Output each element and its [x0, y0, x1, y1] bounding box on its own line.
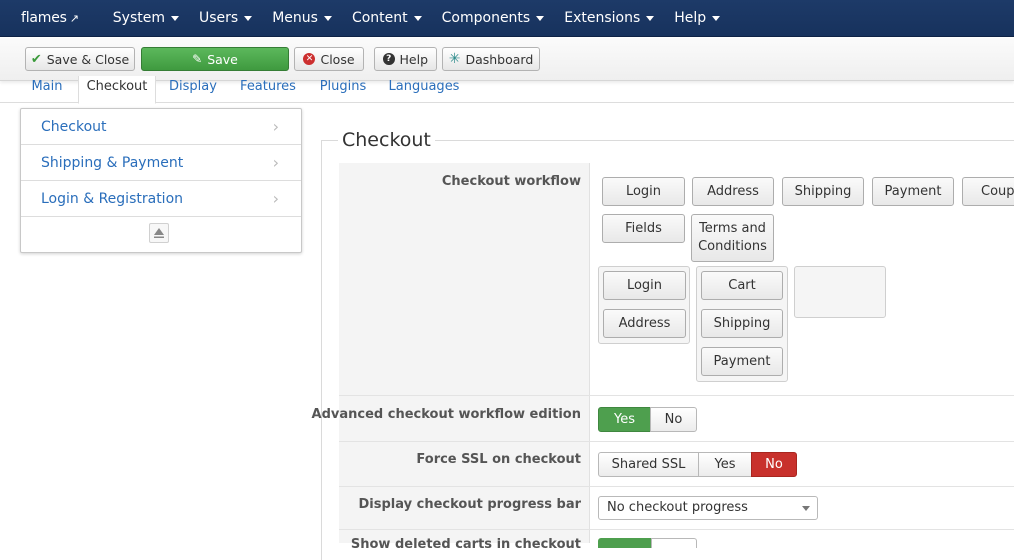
save-label: Save: [207, 51, 238, 67]
row-divider: [339, 441, 1014, 442]
side-menu: Checkout › Shipping & Payment › Login & …: [20, 108, 302, 253]
tab-checkout[interactable]: Checkout: [78, 76, 156, 104]
caret-down-icon: [712, 15, 721, 21]
partial-yes-button[interactable]: [598, 538, 651, 548]
workflow-block-address[interactable]: Address: [692, 177, 774, 206]
ssl-no-button[interactable]: No: [751, 452, 797, 477]
ssl-yes-button[interactable]: Yes: [698, 452, 752, 477]
row-divider: [339, 395, 1014, 396]
advanced-yes-button[interactable]: Yes: [598, 407, 651, 432]
tab-features[interactable]: Features: [236, 76, 300, 103]
advanced-workflow-toggle: Yes No: [598, 407, 697, 432]
row-divider: [339, 529, 1014, 530]
check-icon: ✔: [30, 51, 42, 67]
help-label: Help: [399, 51, 429, 67]
caret-down-icon: [646, 15, 655, 21]
chevron-right-icon: ›: [272, 117, 279, 136]
caret-down-icon: [244, 15, 253, 21]
chevron-right-icon: ›: [272, 189, 279, 208]
caret-down-icon: [413, 15, 422, 21]
help-button[interactable]: ? Help: [374, 47, 437, 71]
menu-components[interactable]: Components: [432, 0, 555, 37]
close-label: Close: [320, 51, 355, 67]
menu-content[interactable]: Content: [342, 0, 432, 37]
partial-row-label: Show deleted carts in checkout: [350, 537, 581, 552]
brand-link[interactable]: flames ↗: [0, 0, 103, 37]
step2-block-cart[interactable]: Cart: [701, 271, 783, 300]
force-ssl-toggle: Shared SSL Yes No: [598, 452, 797, 477]
partial-no-button[interactable]: [651, 538, 697, 548]
edit-icon: ✎: [192, 52, 203, 66]
menu-content-label: Content: [351, 10, 408, 26]
tab-languages[interactable]: Languages: [386, 76, 462, 103]
dashboard-label: Dashboard: [465, 51, 534, 67]
select-arrow-icon: [802, 506, 810, 511]
step2-block-shipping[interactable]: Shipping: [701, 309, 783, 338]
workflow-block-login[interactable]: Login: [602, 177, 685, 206]
menu-help[interactable]: Help: [664, 0, 730, 37]
progress-bar-label: Display checkout progress bar: [358, 497, 582, 512]
menu-help-label: Help: [674, 10, 707, 26]
workflow-block-coupon[interactable]: Coupo: [962, 177, 1014, 206]
caret-down-icon: [171, 15, 179, 21]
section-title: Checkout: [338, 128, 435, 152]
toolbar: ✔ Save & Close ✎ Save ✕ Close ? Help ✳ D…: [0, 38, 1014, 81]
side-item-login-registration[interactable]: Login & Registration ›: [21, 181, 301, 217]
tab-display[interactable]: Display: [166, 76, 220, 103]
menu-users[interactable]: Users: [189, 0, 262, 37]
progress-bar-select-value: No checkout progress: [607, 500, 748, 515]
chevron-right-icon: ›: [272, 153, 279, 172]
save-close-button[interactable]: ✔ Save & Close: [25, 47, 135, 71]
save-close-label: Save & Close: [46, 51, 130, 67]
tab-plugins[interactable]: Plugins: [316, 76, 370, 103]
top-navbar: flames ↗ System Users Menus Content Comp…: [0, 0, 1014, 37]
menu-menus[interactable]: Menus: [262, 0, 342, 37]
collapse-menu-button[interactable]: [149, 223, 169, 243]
menu-extensions-label: Extensions: [564, 10, 641, 26]
close-circle-icon: ✕: [303, 53, 316, 65]
menu-system[interactable]: System: [103, 0, 189, 37]
ssl-shared-button[interactable]: Shared SSL: [598, 452, 699, 477]
step1-block-address[interactable]: Address: [603, 309, 686, 338]
eject-icon: [154, 228, 164, 238]
step1-block-login[interactable]: Login: [603, 271, 686, 300]
advanced-workflow-label: Advanced checkout workflow edition: [311, 407, 581, 422]
dashboard-button[interactable]: ✳ Dashboard: [442, 47, 540, 71]
checkout-workflow-label: Checkout workflow: [441, 174, 581, 189]
brand-name: flames: [21, 10, 67, 26]
menu-menus-label: Menus: [272, 10, 318, 26]
tab-bar: Main Checkout Display Features Plugins L…: [0, 76, 1014, 104]
snowflake-icon: ✳: [448, 51, 461, 67]
menu-system-label: System: [112, 10, 165, 26]
force-ssl-label: Force SSL on checkout: [416, 452, 581, 467]
workflow-block-shipping[interactable]: Shipping: [782, 177, 864, 206]
side-item-checkout[interactable]: Checkout ›: [21, 109, 301, 145]
step2-block-payment[interactable]: Payment: [701, 347, 783, 376]
save-button[interactable]: ✎ Save: [141, 47, 289, 71]
row-divider: [339, 486, 1014, 487]
menu-components-label: Components: [441, 10, 531, 26]
workflow-block-terms[interactable]: Terms and Conditions: [691, 214, 774, 262]
workflow-block-fields[interactable]: Fields: [602, 214, 685, 243]
workflow-step-3-empty[interactable]: [794, 266, 886, 318]
external-link-icon: ↗: [69, 11, 79, 25]
side-item-label: Login & Registration: [41, 191, 184, 207]
menu-users-label: Users: [199, 10, 239, 26]
close-button[interactable]: ✕ Close: [294, 47, 364, 71]
side-item-label: Checkout: [41, 119, 107, 135]
side-item-shipping-payment[interactable]: Shipping & Payment ›: [21, 145, 301, 181]
caret-down-icon: [536, 15, 545, 21]
side-item-label: Shipping & Payment: [41, 155, 184, 171]
workflow-block-payment[interactable]: Payment: [872, 177, 954, 206]
menu-extensions[interactable]: Extensions: [554, 0, 664, 37]
tab-main[interactable]: Main: [26, 76, 68, 103]
advanced-no-button[interactable]: No: [650, 407, 697, 432]
progress-bar-select[interactable]: No checkout progress: [598, 496, 818, 520]
caret-down-icon: [323, 15, 332, 21]
question-circle-icon: ?: [383, 53, 395, 65]
